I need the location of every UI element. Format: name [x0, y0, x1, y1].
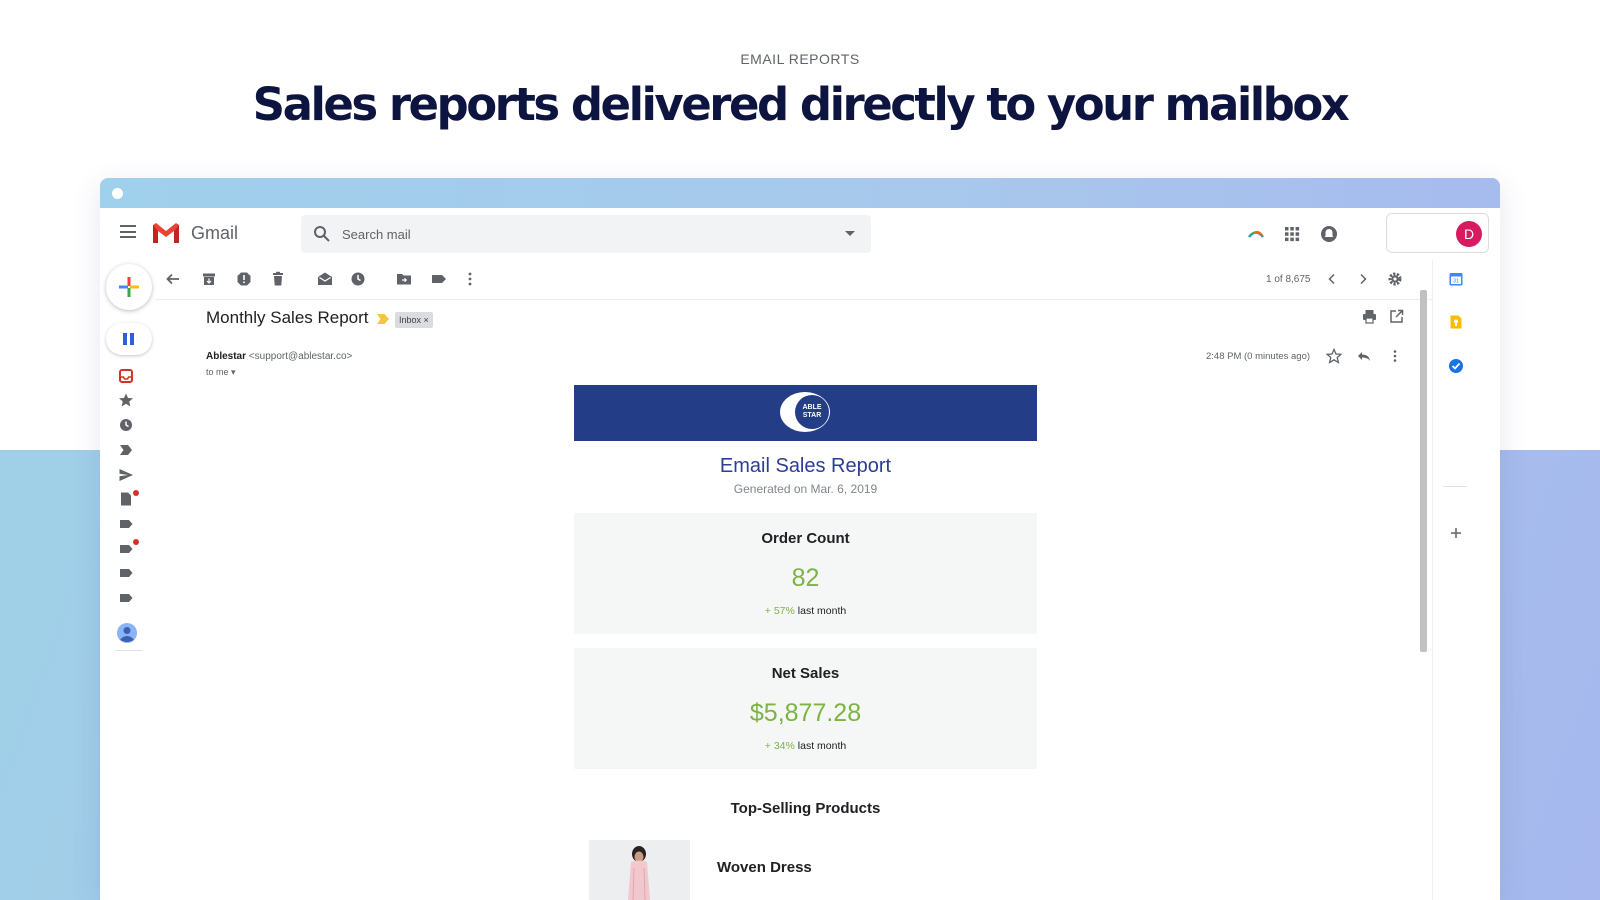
important-icon[interactable]	[118, 442, 134, 458]
search-input[interactable]	[342, 223, 812, 245]
logo-text: ABLE STAR	[795, 395, 829, 429]
sender-line: Ablestar <support@ablestar.co>	[206, 351, 352, 362]
more-vert-icon[interactable]	[1387, 348, 1403, 364]
archive-icon[interactable]	[200, 270, 218, 288]
label-icon[interactable]	[118, 565, 134, 581]
account-switcher[interactable]: D	[1386, 213, 1489, 253]
menu-icon[interactable]	[120, 225, 136, 238]
email-timestamp: 2:48 PM (0 minutes ago)	[1206, 351, 1311, 362]
compose-plus-icon	[119, 277, 139, 297]
rail-divider	[116, 650, 142, 651]
chevron-right-icon[interactable]	[1354, 270, 1372, 288]
reply-icon[interactable]	[1356, 348, 1372, 364]
search-icon[interactable]	[313, 225, 331, 243]
close-icon[interactable]: ×	[424, 315, 429, 325]
tasks-icon[interactable]	[1447, 357, 1465, 375]
settings-gear-icon[interactable]	[1386, 270, 1404, 288]
order-count-value: 82	[791, 564, 820, 592]
calendar-icon[interactable]: 31	[1447, 270, 1465, 288]
dropdown-caret-icon[interactable]	[845, 231, 855, 236]
move-to-icon[interactable]	[395, 270, 413, 288]
notifications-icon[interactable]	[1319, 224, 1339, 244]
account-avatar[interactable]: D	[1456, 221, 1482, 247]
print-icon[interactable]	[1361, 308, 1378, 325]
browser-window: Gmail D	[100, 178, 1500, 900]
side-panel: 31	[1432, 260, 1500, 900]
order-count-delta: + 57% last month	[764, 605, 847, 617]
compose-button[interactable]	[106, 264, 152, 310]
email-subject: Monthly Sales Report	[206, 308, 369, 327]
section-eyebrow: EMAIL REPORTS	[740, 51, 860, 67]
star-icon[interactable]	[118, 392, 134, 408]
net-sales-label: Net Sales	[771, 665, 840, 682]
window-titlebar	[100, 178, 1500, 208]
net-sales-delta: + 34% last month	[764, 740, 847, 752]
scrollbar-thumb[interactable]	[1420, 290, 1427, 652]
order-count-label: Order Count	[761, 530, 850, 547]
chevron-down-icon[interactable]: ▾	[231, 367, 236, 377]
snooze-icon[interactable]	[349, 270, 367, 288]
open-new-window-icon[interactable]	[1388, 308, 1405, 325]
search-bar[interactable]	[301, 215, 871, 253]
mark-unread-icon[interactable]	[316, 270, 334, 288]
unread-dot	[133, 490, 139, 496]
label-icon[interactable]	[118, 590, 134, 606]
recipient-dropdown[interactable]: to me ▾	[206, 367, 236, 378]
page-headline: Sales reports delivered directly to your…	[252, 78, 1350, 131]
sender-email: <support@ablestar.co>	[248, 351, 353, 362]
contact-avatar-icon[interactable]	[116, 622, 138, 644]
report-banner: ABLE STAR	[574, 385, 1037, 441]
report-title: Email Sales Report	[719, 455, 892, 477]
important-marker-icon[interactable]	[377, 314, 389, 324]
net-sales-value: $5,877.28	[749, 699, 862, 727]
send-icon[interactable]	[118, 467, 134, 483]
recipient-text: to me	[206, 367, 229, 377]
product-image	[589, 840, 690, 900]
window-dot	[112, 188, 123, 199]
svg-text:31: 31	[1453, 279, 1459, 285]
back-arrow-icon[interactable]	[164, 270, 182, 288]
gmail-wordmark[interactable]: Gmail	[191, 223, 238, 244]
inbox-label-text: Inbox	[399, 315, 422, 325]
message-toolbar: 1 of 8,675	[155, 260, 1432, 300]
chevron-left-icon[interactable]	[1323, 270, 1341, 288]
ablestar-logo: ABLE STAR	[780, 392, 830, 432]
gmail-logo-icon[interactable]	[151, 221, 181, 245]
pagination-count: 1 of 8,675	[1266, 274, 1311, 285]
gmail-header: Gmail D	[100, 208, 1500, 260]
label-icon[interactable]	[430, 270, 448, 288]
report-generated-date: Generated on Mar. 6, 2019	[733, 482, 878, 496]
label-icon[interactable]	[118, 516, 134, 532]
pause-inbox-button[interactable]	[106, 323, 152, 355]
side-panel-divider	[1443, 486, 1467, 487]
net-sales-card: Net Sales $5,877.28 + 34% last month	[574, 648, 1037, 769]
product-name[interactable]: Woven Dress	[717, 859, 812, 876]
sender-name[interactable]: Ablestar	[206, 351, 246, 362]
order-count-card: Order Count 82 + 57% last month	[574, 513, 1037, 634]
clock-icon[interactable]	[118, 417, 134, 433]
star-outline-icon[interactable]	[1326, 348, 1342, 364]
label-icon[interactable]	[118, 541, 134, 557]
apps-grid-icon[interactable]	[1282, 224, 1302, 244]
unread-dot	[133, 539, 139, 545]
top-products-title: Top-Selling Products	[730, 800, 881, 817]
more-vert-icon[interactable]	[461, 270, 479, 288]
add-icon[interactable]	[1447, 524, 1465, 542]
inbox-icon[interactable]	[118, 368, 134, 384]
addon-icon[interactable]	[1246, 224, 1266, 244]
report-spam-icon[interactable]	[235, 270, 253, 288]
inbox-label-chip[interactable]: Inbox ×	[395, 312, 433, 328]
draft-icon[interactable]	[118, 491, 134, 507]
delete-icon[interactable]	[269, 270, 287, 288]
keep-icon[interactable]	[1447, 313, 1465, 331]
